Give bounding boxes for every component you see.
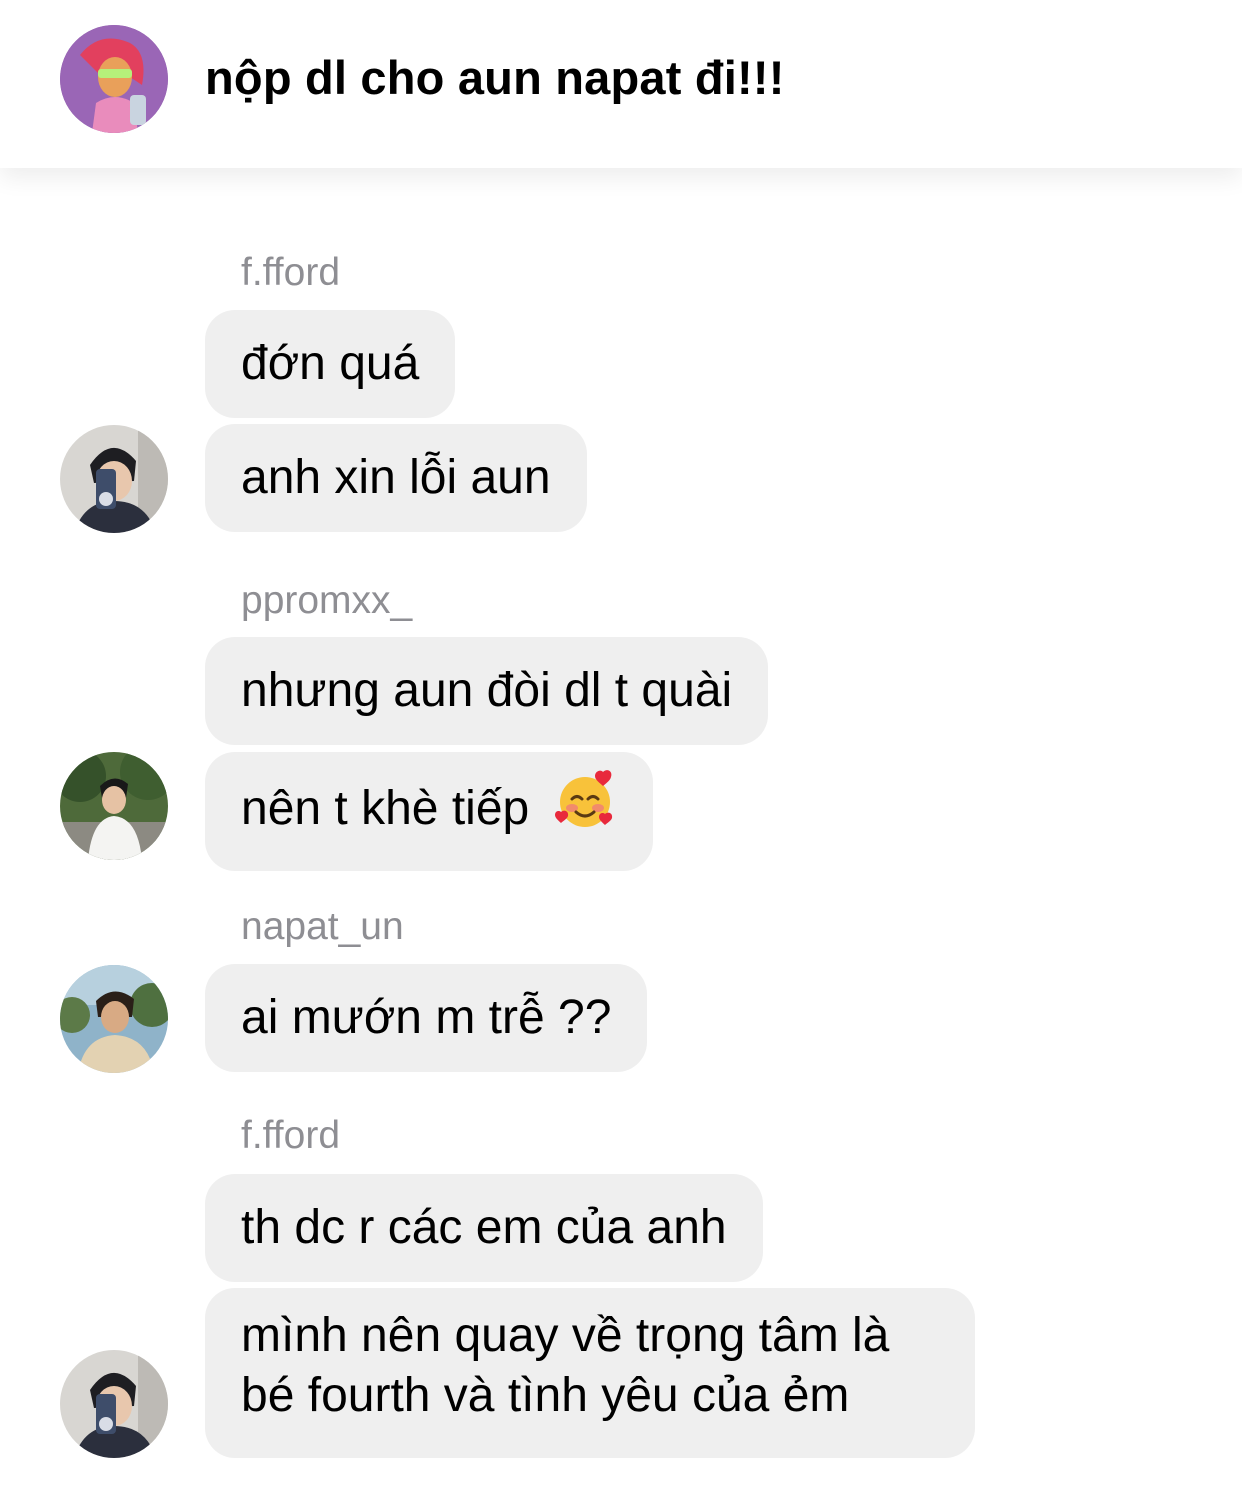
message-bubble[interactable]: th dc r các em của anh: [205, 1174, 763, 1282]
avatar[interactable]: [60, 1350, 168, 1458]
message-bubble[interactable]: nhưng aun đòi dl t quài: [205, 637, 769, 745]
message-bubble[interactable]: đớn quá: [205, 310, 456, 418]
message-bubble[interactable]: nên t khè tiếp: [205, 752, 653, 871]
message-text: nên t khè tiếp: [241, 782, 530, 836]
sender-name: f.fford: [241, 251, 341, 294]
avatar[interactable]: [60, 425, 168, 533]
message-thread: f.fford đớn quá anh xin lỗi aun ppromxx_…: [0, 168, 1242, 1489]
sender-name: napat_un: [241, 905, 404, 948]
avatar[interactable]: [60, 752, 168, 860]
avatar[interactable]: [60, 965, 168, 1073]
chat-header: nộp dl cho aun napat đi!!!: [0, 0, 1242, 168]
smiling-face-with-hearts-icon: [553, 768, 617, 847]
sender-name: ppromxx_: [241, 579, 413, 622]
chat-title: nộp dl cho aun napat đi!!!: [205, 51, 785, 104]
message-bubble[interactable]: mình nên quay về trọng tâm là bé fourth …: [205, 1288, 975, 1458]
sender-name: f.fford: [241, 1114, 341, 1157]
group-avatar[interactable]: [60, 25, 168, 133]
message-bubble[interactable]: ai mướn m trễ ??: [205, 964, 648, 1072]
message-bubble[interactable]: anh xin lỗi aun: [205, 424, 587, 532]
